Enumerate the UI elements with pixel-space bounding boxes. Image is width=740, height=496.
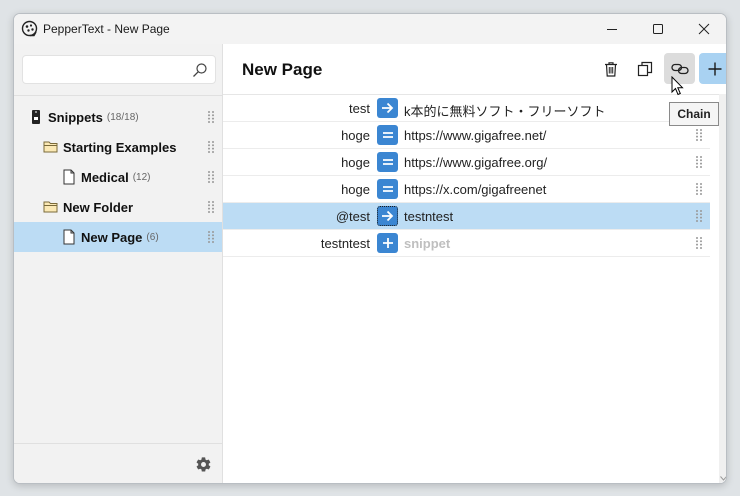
tree-item-label: Medical	[81, 169, 129, 185]
drag-handle-icon[interactable]	[695, 155, 703, 169]
sidebar-divider	[14, 95, 222, 96]
row-value[interactable]: testntest	[404, 209, 453, 224]
snippet-row-new[interactable]: testntest snippet	[223, 230, 710, 257]
equals-icon	[382, 159, 393, 165]
delete-button[interactable]	[595, 53, 626, 84]
trash-icon	[604, 61, 617, 77]
search-icon[interactable]	[192, 62, 208, 78]
tree-item-label: Snippets	[48, 109, 103, 125]
title-bar: PepperText - New Page	[14, 14, 726, 44]
chevron-down-icon[interactable]	[720, 476, 727, 481]
row-key[interactable]: hoge	[341, 182, 370, 197]
drag-handle-icon[interactable]	[207, 200, 215, 214]
equals-icon	[382, 132, 393, 138]
search-box[interactable]	[22, 55, 216, 84]
chain-icon	[670, 63, 689, 74]
tree-item-count: (18/18)	[106, 111, 139, 123]
window-title: PepperText - New Page	[43, 22, 170, 36]
row-value[interactable]: k本的に無料ソフト・フリーソフト	[404, 101, 606, 120]
plus-icon	[382, 238, 393, 248]
row-key[interactable]: test	[349, 101, 370, 116]
tree-item-count: (12)	[132, 171, 151, 183]
app-logo-icon	[21, 20, 38, 37]
row-op-button[interactable]	[377, 179, 398, 199]
row-key[interactable]: testntest	[321, 236, 370, 251]
snippet-row[interactable]: hoge https://www.gigafree.net/	[223, 122, 710, 149]
vertical-scrollbar[interactable]	[719, 94, 727, 483]
page-title: New Page	[242, 60, 323, 79]
copy-button[interactable]	[629, 53, 660, 84]
close-button[interactable]	[681, 14, 726, 44]
tree-item-label: New Folder	[63, 199, 134, 215]
snippet-row[interactable]: hoge https://www.gigafree.org/	[223, 149, 710, 176]
snippet-row-selected[interactable]: @test testntest	[223, 203, 710, 230]
gear-icon[interactable]	[195, 456, 212, 473]
row-key[interactable]: hoge	[341, 155, 370, 170]
row-op-button[interactable]	[377, 125, 398, 145]
tree-item-new-folder[interactable]: New Folder	[14, 192, 222, 222]
row-value[interactable]: https://www.gigafree.net/	[404, 128, 546, 143]
arrow-right-icon	[382, 102, 394, 114]
row-op-button[interactable]	[377, 98, 398, 118]
phone-icon	[32, 110, 40, 124]
row-key[interactable]: @test	[336, 209, 370, 224]
snippet-row[interactable]: hoge https://x.com/gigafreenet	[223, 176, 710, 203]
tree-item-new-page[interactable]: New Page (6)	[14, 222, 222, 252]
tree-item-medical[interactable]: Medical (12)	[14, 162, 222, 192]
drag-handle-icon[interactable]	[695, 182, 703, 196]
copy-icon	[637, 61, 652, 76]
add-button[interactable]	[699, 53, 726, 84]
tree-item-label: New Page	[81, 229, 143, 245]
tree-item-snippets[interactable]: Snippets (18/18)	[14, 102, 222, 132]
page-icon	[63, 229, 75, 245]
maximize-icon	[653, 24, 663, 34]
folder-icon	[43, 141, 58, 153]
arrow-right-icon	[382, 210, 394, 222]
sidebar: Snippets (18/18) Starting Examples Medic…	[14, 44, 223, 483]
minimize-icon	[607, 29, 617, 30]
drag-handle-icon[interactable]	[695, 236, 703, 250]
row-value-placeholder[interactable]: snippet	[404, 236, 450, 251]
search-input[interactable]	[29, 61, 189, 79]
app-window: PepperText - New Page Snippets (18/18) S…	[13, 13, 727, 484]
tree-item-label: Starting Examples	[63, 139, 177, 155]
snippet-row[interactable]: test k本的に無料ソフト・フリーソフト	[223, 95, 710, 122]
row-value[interactable]: https://www.gigafree.org/	[404, 155, 547, 170]
drag-handle-icon[interactable]	[695, 128, 703, 142]
drag-handle-icon[interactable]	[207, 140, 215, 154]
drag-handle-icon[interactable]	[207, 230, 215, 244]
plus-icon	[708, 62, 721, 75]
sidebar-footer-divider	[14, 443, 222, 444]
main-panel: New Page test k本的に無料ソフト・フリーソフト hoge http…	[223, 44, 727, 483]
folder-icon	[43, 201, 58, 213]
drag-handle-icon[interactable]	[207, 170, 215, 184]
close-icon	[698, 23, 710, 35]
drag-handle-icon[interactable]	[695, 209, 703, 223]
row-key[interactable]: hoge	[341, 128, 370, 143]
mouse-cursor-icon	[671, 76, 684, 96]
page-icon	[63, 169, 75, 185]
equals-icon	[382, 186, 393, 192]
chain-tooltip: Chain	[669, 102, 719, 126]
maximize-button[interactable]	[635, 14, 681, 44]
row-value[interactable]: https://x.com/gigafreenet	[404, 182, 546, 197]
row-op-button[interactable]	[377, 152, 398, 172]
row-op-button[interactable]	[377, 233, 398, 253]
drag-handle-icon[interactable]	[207, 110, 215, 124]
minimize-button[interactable]	[589, 14, 635, 44]
row-op-button[interactable]	[377, 206, 398, 226]
tree-item-starting-examples[interactable]: Starting Examples	[14, 132, 222, 162]
tree-item-count: (6)	[146, 231, 159, 243]
